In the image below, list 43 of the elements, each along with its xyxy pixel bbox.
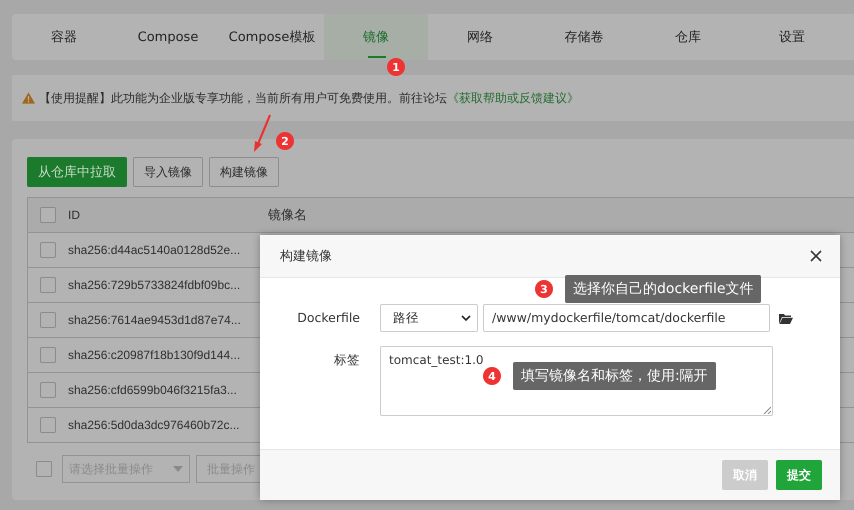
caret-icon [173, 466, 183, 472]
tab[interactable]: Compose [116, 14, 220, 60]
tab[interactable]: 仓库 [636, 14, 740, 60]
tooltip: 填写镜像名和标签，使用:隔开 [513, 362, 716, 390]
table-cell-text: sha256:7614ae9453d1d87e74... [68, 313, 242, 327]
warning-icon [22, 92, 35, 104]
folder-icon[interactable] [779, 313, 793, 324]
checkbox[interactable] [36, 461, 52, 477]
checkbox[interactable] [40, 242, 56, 258]
tab[interactable]: 容器 [12, 14, 116, 60]
tab[interactable]: Compose模板 [220, 14, 324, 60]
column-header: ID [68, 208, 81, 222]
tab[interactable]: 网络 [428, 14, 532, 60]
checkbox[interactable] [40, 382, 56, 398]
checkbox[interactable] [40, 417, 56, 433]
chevron-icon [461, 315, 471, 321]
checkbox[interactable] [40, 277, 56, 293]
table-cell-text: sha256:c20987f18b130f9d144... [68, 348, 242, 362]
table-cell-text: sha256:d44ac5140a0128d52e... [68, 243, 242, 257]
resize-handle-icon[interactable] [763, 406, 771, 414]
table-cell-text: sha256:cfd6599b046f3215fa3... [68, 383, 238, 397]
number-badge: 1 [387, 58, 405, 76]
tab[interactable]: 设置 [740, 14, 844, 60]
number-badge: 2 [276, 132, 294, 150]
pull-button[interactable]: 从仓库中拉取 [27, 157, 127, 187]
dialog-title: 构建镜像 [280, 248, 332, 265]
path-input[interactable]: /www/mydockerfile/tomcat/dockerfile [483, 304, 770, 332]
tab[interactable]: 存储卷 [532, 14, 636, 60]
table-cell-text: sha256:729b5733824fdbf09bc... [68, 278, 242, 292]
notice-text: 【使用提醒】此功能为企业版专享功能，当前所有用户可免费使用。前往论坛 [39, 90, 447, 106]
tooltip: 选择你自己的dockerfile文件 [565, 275, 762, 303]
arrow [252, 114, 272, 154]
checkbox[interactable] [40, 207, 56, 223]
table-cell-text: sha256:5d0da3dc976460b72c... [68, 418, 240, 432]
path-select[interactable]: 路径 [380, 304, 478, 332]
checkbox[interactable] [40, 312, 56, 328]
toolbar-button[interactable]: 构建镜像 [209, 157, 279, 187]
field-label: Dockerfile [296, 309, 361, 327]
checkbox[interactable] [40, 347, 56, 363]
toolbar-button[interactable]: 导入镜像 [133, 157, 203, 187]
column-header: 镜像名 [268, 207, 307, 224]
field-label: 标签 [333, 351, 361, 369]
close-icon[interactable] [810, 250, 822, 262]
